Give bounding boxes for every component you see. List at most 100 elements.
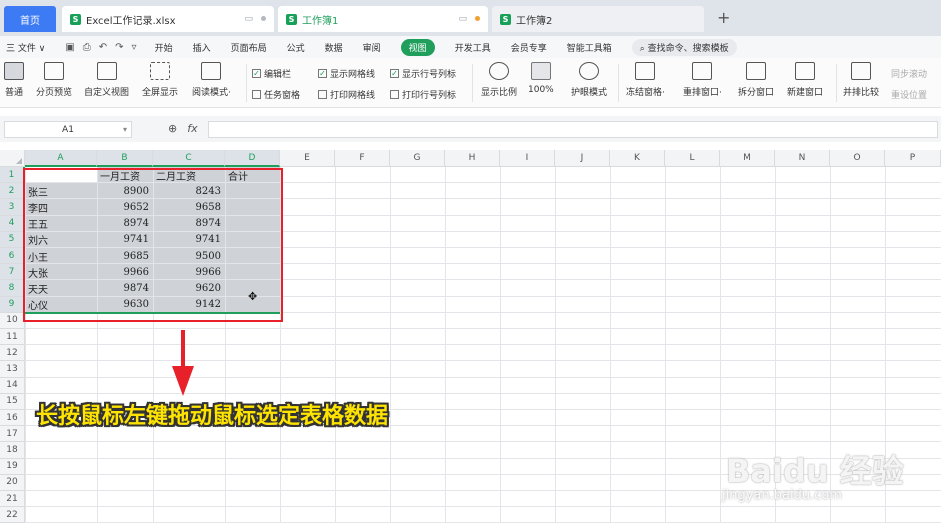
row-col-headers-checkbox[interactable]: ✓ 显示行号列标 [390,67,456,80]
row-header-17[interactable]: 17 [0,426,25,443]
row-header-13[interactable]: 13 [0,361,25,378]
menu-home[interactable]: 开始 [155,41,173,54]
row-header-12[interactable]: 12 [0,345,25,362]
task-pane-checkbox[interactable]: 任务窗格 [252,88,300,101]
row-header-2[interactable]: 2 [0,183,25,200]
formula-icons: ⊕ fx [168,122,198,135]
tab-workbook1[interactable]: S 工作簿1 ▭ [278,6,488,32]
new-window-button[interactable]: 新建窗口 [787,62,823,98]
eye-protection-button[interactable]: 护眼模式 [571,62,607,98]
column-header-g[interactable]: G [390,150,445,167]
side-by-side-button[interactable]: 并排比较 [843,62,879,98]
row-header-16[interactable]: 16 [0,410,25,427]
row-header-3[interactable]: 3 [0,199,25,216]
gridlines-checkbox[interactable]: ✓ 显示网格线 [318,67,375,80]
zoom-label: 显示比例 [481,88,518,98]
normal-view-button[interactable]: 普通 [4,62,24,98]
new-tab-button[interactable]: + [717,8,730,27]
freeze-panes-icon [635,62,656,80]
menu-formulas[interactable]: 公式 [287,41,305,54]
row-header-11[interactable]: 11 [0,329,25,346]
tab-excel-file[interactable]: S Excel工作记录.xlsx ▭ [62,6,274,32]
row-header-1[interactable]: 1 [0,167,25,184]
zoom-button[interactable]: 显示比例 [481,62,517,98]
column-header-m[interactable]: M [720,150,775,167]
menu-insert[interactable]: 插入 [193,41,211,54]
freeze-panes-button[interactable]: 冻结窗格· [626,62,665,98]
save-icon[interactable]: ▣ [65,42,74,53]
zoom-lookup-icon[interactable]: ⊕ [168,122,177,135]
tab-tools: ▭ [244,14,266,24]
select-all-corner[interactable] [0,150,25,167]
column-header-i[interactable]: I [500,150,555,167]
row-header-22[interactable]: 22 [0,507,25,524]
sync-scroll-button[interactable]: 同步滚动 [891,67,927,80]
row-header-4[interactable]: 4 [0,215,25,232]
menu-page-layout[interactable]: 页面布局 [231,41,267,54]
formula-input[interactable] [208,121,938,138]
row-header-14[interactable]: 14 [0,377,25,394]
print-gridlines-checkbox[interactable]: 打印网格线 [318,88,375,101]
menu-member[interactable]: 会员专享 [511,41,547,54]
menu-view[interactable]: 视图 [400,38,435,56]
chevron-down-icon[interactable]: ▿ [132,42,137,53]
grid-line [555,167,556,524]
row-header-19[interactable]: 19 [0,458,25,475]
formula-bar-checkbox-label: 编辑栏 [264,70,292,80]
reset-position-button[interactable]: 重设位置 [891,88,927,101]
print-headers-checkbox[interactable]: 打印行号列标 [390,88,456,101]
name-box[interactable]: A1 ▾ [4,121,132,138]
column-header-d[interactable]: D [225,150,280,167]
column-header-l[interactable]: L [665,150,720,167]
split-window-button[interactable]: 拆分窗口 [738,62,774,98]
formula-bar-checkbox[interactable]: ✓ 编辑栏 [252,67,291,80]
arrange-windows-button[interactable]: 重排窗口· [683,62,722,98]
print-gridlines-checkbox-label: 打印网格线 [330,91,376,101]
column-header-a[interactable]: A [25,150,97,167]
custom-view-button[interactable]: 自定义视图 [84,62,129,98]
column-header-c[interactable]: C [153,150,225,167]
column-header-k[interactable]: K [610,150,665,167]
chevron-down-icon[interactable]: ▾ [123,125,127,134]
grid-line [500,167,501,524]
page-break-preview-button[interactable]: 分页预览 [36,62,72,98]
column-header-f[interactable]: F [335,150,390,167]
name-box-value: A1 [62,124,74,135]
tab-workbook2[interactable]: S 工作簿2 [492,6,704,32]
column-header-e[interactable]: E [280,150,335,167]
row-header-8[interactable]: 8 [0,280,25,297]
command-search[interactable]: ⌕ 查找命令、搜索模板 [631,38,737,56]
row-header-21[interactable]: 21 [0,491,25,508]
column-header-o[interactable]: O [830,150,885,167]
row-header-20[interactable]: 20 [0,474,25,491]
row-header-10[interactable]: 10 [0,312,25,329]
full-screen-button[interactable]: 全屏显示 [142,62,178,98]
file-menu[interactable]: 三 文件 ∨ [6,41,45,54]
undo-icon[interactable]: ↶ [99,42,107,53]
full-screen-label: 全屏显示 [142,88,179,98]
print-icon[interactable]: ⎙ [83,42,91,53]
redo-icon[interactable]: ↷ [115,42,123,53]
column-header-j[interactable]: J [555,150,610,167]
menu-data[interactable]: 数据 [325,41,343,54]
eye-protection-label: 护眼模式 [571,88,608,98]
row-header-15[interactable]: 15 [0,393,25,410]
new-window-label: 新建窗口 [787,88,824,98]
row-header-18[interactable]: 18 [0,442,25,459]
column-header-h[interactable]: H [445,150,500,167]
column-header-n[interactable]: N [775,150,830,167]
row-header-5[interactable]: 5 [0,231,25,248]
reading-mode-button[interactable]: 阅读模式· [192,62,231,98]
function-icon[interactable]: fx [187,122,197,135]
menu-smart-toolbox[interactable]: 智能工具箱 [567,41,612,54]
zoom-100-button[interactable]: 100% [528,62,554,95]
row-header-9[interactable]: 9 [0,296,25,313]
column-header-p[interactable]: P [885,150,941,167]
menu-bar: 三 文件 ∨ ▣ ⎙ ↶ ↷ ▿ 开始 插入 页面布局 公式 数据 审阅 视图 … [0,36,941,58]
menu-developer[interactable]: 开发工具 [455,41,491,54]
tab-home[interactable]: 首页 [4,6,56,32]
menu-review[interactable]: 审阅 [363,41,381,54]
column-header-b[interactable]: B [97,150,153,167]
row-header-6[interactable]: 6 [0,248,25,265]
row-header-7[interactable]: 7 [0,264,25,281]
